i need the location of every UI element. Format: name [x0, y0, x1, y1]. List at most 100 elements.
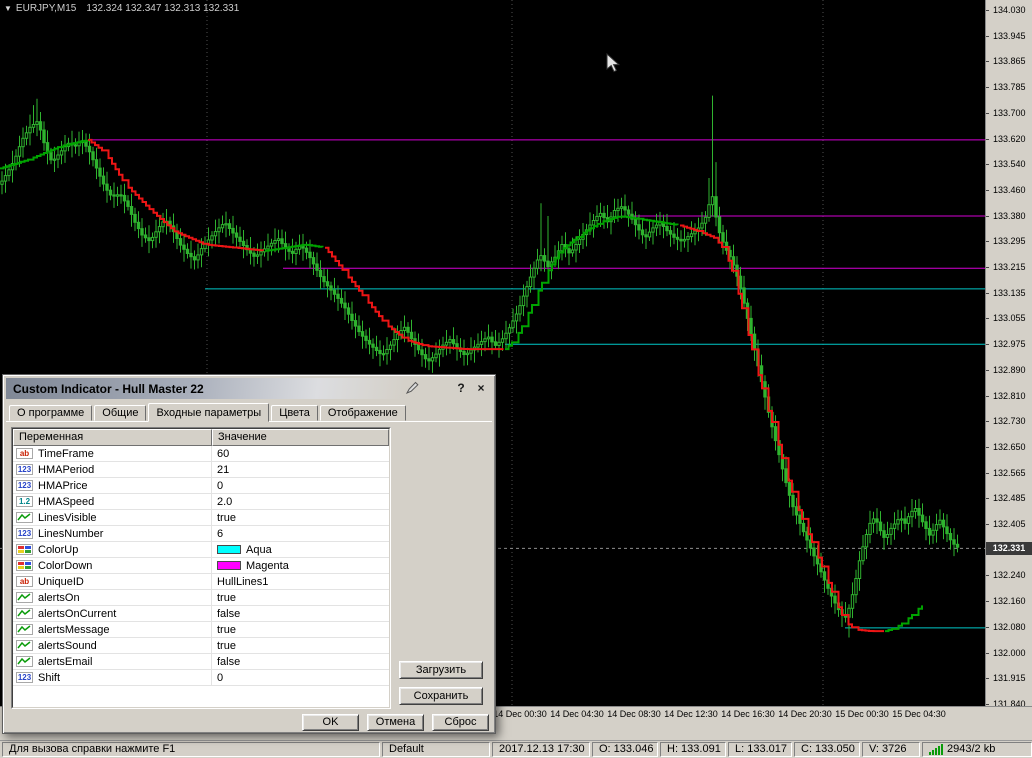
price-scale-label: 133.215 — [993, 262, 1026, 273]
column-header-variable[interactable]: Переменная — [13, 429, 212, 446]
param-row-alertsEmail[interactable]: alertsEmail false — [13, 654, 389, 670]
param-value-cell[interactable]: 6 — [212, 526, 389, 541]
tab-colors[interactable]: Цвета — [271, 405, 318, 421]
param-name-cell[interactable]: alertsMessage — [13, 622, 212, 637]
status-profile[interactable]: Default — [382, 742, 490, 757]
param-value-cell[interactable]: Magenta — [212, 558, 389, 573]
param-value-cell[interactable]: 0 — [212, 670, 389, 685]
param-value: true — [217, 639, 236, 652]
price-scale-tick — [986, 61, 989, 63]
param-name-cell[interactable]: alertsEmail — [13, 654, 212, 669]
param-value-cell[interactable]: true — [212, 590, 389, 605]
param-value: 0 — [217, 671, 224, 684]
param-name-cell[interactable]: 123 Shift — [13, 670, 212, 685]
param-name: alertsMessage — [38, 623, 110, 636]
reset-button[interactable]: Сброс — [432, 714, 489, 731]
param-value-cell[interactable]: 21 — [212, 462, 389, 477]
param-row-LinesVisible[interactable]: LinesVisible true — [13, 510, 389, 526]
param-name: alertsSound — [38, 639, 97, 652]
param-type-dbl-icon: 1.2 — [16, 496, 33, 507]
ok-button[interactable]: OK — [302, 714, 359, 731]
tab-inputs[interactable]: Входные параметры — [148, 403, 270, 422]
param-name-cell[interactable]: 123 LinesNumber — [13, 526, 212, 541]
price-scale-label: 132.730 — [993, 416, 1026, 427]
param-name-cell[interactable]: LinesVisible — [13, 510, 212, 525]
param-value-cell[interactable]: true — [212, 638, 389, 653]
param-row-Shift[interactable]: 123 Shift 0 — [13, 670, 389, 686]
param-name: HMASpeed — [38, 495, 95, 508]
help-button[interactable]: ? — [453, 381, 469, 396]
price-scale-tick — [986, 241, 989, 243]
param-value: false — [217, 655, 241, 668]
param-name-cell[interactable]: alertsSound — [13, 638, 212, 653]
column-header-value[interactable]: Значение — [212, 429, 389, 446]
mt4-window: ▼ EURJPY,M15 132.324 132.347 132.313 132.3… — [0, 0, 1032, 758]
price-scale-tick — [986, 267, 989, 269]
status-close: C: 133.050 — [794, 742, 860, 757]
price-scale-label: 132.080 — [993, 621, 1026, 632]
price-scale-label: 133.540 — [993, 159, 1026, 170]
param-name-cell[interactable]: alertsOnCurrent — [13, 606, 212, 621]
param-row-alertsOn[interactable]: alertsOn true — [13, 590, 389, 606]
param-row-HMASpeed[interactable]: 1.2 HMASpeed 2.0 — [13, 494, 389, 510]
param-value-cell[interactable]: false — [212, 606, 389, 621]
param-name-cell[interactable]: 123 HMAPeriod — [13, 462, 212, 477]
param-row-alertsOnCurrent[interactable]: alertsOnCurrent false — [13, 606, 389, 622]
tab-common[interactable]: Общие — [94, 405, 147, 421]
dialog-titlebar[interactable]: Custom Indicator - Hull Master 22 — [6, 378, 492, 399]
param-name-cell[interactable]: alertsOn — [13, 590, 212, 605]
price-scale[interactable]: 134.030 133.945 133.865 133.785 133.700 133.6… — [985, 0, 1032, 709]
param-row-alertsMessage[interactable]: alertsMessage true — [13, 622, 389, 638]
param-value-cell[interactable]: true — [212, 622, 389, 637]
hull-line-up — [885, 605, 923, 633]
param-row-UniqueID[interactable]: ab UniqueID HullLines1 — [13, 574, 389, 590]
param-value-cell[interactable]: Aqua — [212, 542, 389, 557]
close-button[interactable]: × — [473, 381, 489, 396]
tab-about[interactable]: О программе — [9, 405, 93, 421]
load-button[interactable]: Загрузить — [399, 661, 483, 679]
param-value-cell[interactable]: HullLines1 — [212, 574, 389, 589]
dialog-tabs: О программе Общие Входные параметры Цвета От… — [9, 402, 489, 422]
param-value: true — [217, 591, 236, 604]
param-value-cell[interactable]: false — [212, 654, 389, 669]
save-button[interactable]: Сохранить — [399, 687, 483, 705]
price-scale-label: 132.000 — [993, 647, 1026, 658]
param-type-color-icon — [16, 544, 33, 555]
param-row-alertsSound[interactable]: alertsSound true — [13, 638, 389, 654]
param-name: HMAPrice — [38, 479, 88, 492]
param-name-cell[interactable]: ColorUp — [13, 542, 212, 557]
price-scale-label: 133.295 — [993, 236, 1026, 247]
tab-visualization[interactable]: Отображение — [319, 405, 406, 421]
param-row-ColorUp[interactable]: ColorUp Aqua — [13, 542, 389, 558]
param-value-cell[interactable]: true — [212, 510, 389, 525]
param-type-bool-icon — [16, 640, 33, 651]
table-header: Переменная Значение — [13, 429, 389, 446]
price-scale-tick — [986, 344, 989, 346]
price-scale-label: 133.460 — [993, 184, 1026, 195]
price-scale-tick — [986, 678, 989, 680]
price-scale-tick — [986, 164, 989, 166]
param-name-cell[interactable]: ColorDown — [13, 558, 212, 573]
param-row-TimeFrame[interactable]: ab TimeFrame 60 — [13, 446, 389, 462]
param-value-cell[interactable]: 2.0 — [212, 494, 389, 509]
price-scale-tick — [986, 369, 989, 371]
param-value: Magenta — [246, 559, 289, 572]
hull-line-down — [680, 224, 884, 633]
cancel-button[interactable]: Отмена — [367, 714, 424, 731]
param-name-cell[interactable]: ab TimeFrame — [13, 446, 212, 461]
param-value-cell[interactable]: 0 — [212, 478, 389, 493]
param-type-bool-icon — [16, 624, 33, 635]
param-name: UniqueID — [38, 575, 84, 588]
param-row-HMAPrice[interactable]: 123 HMAPrice 0 — [13, 478, 389, 494]
param-name-cell[interactable]: ab UniqueID — [13, 574, 212, 589]
param-name: ColorDown — [38, 559, 93, 572]
param-type-int-icon: 123 — [16, 672, 33, 683]
param-name-cell[interactable]: 123 HMAPrice — [13, 478, 212, 493]
param-name-cell[interactable]: 1.2 HMASpeed — [13, 494, 212, 509]
param-type-int-icon: 123 — [16, 464, 33, 475]
param-row-HMAPeriod[interactable]: 123 HMAPeriod 21 — [13, 462, 389, 478]
param-value-cell[interactable]: 60 — [212, 446, 389, 461]
param-row-LinesNumber[interactable]: 123 LinesNumber 6 — [13, 526, 389, 542]
pencil-icon — [405, 381, 419, 395]
param-row-ColorDown[interactable]: ColorDown Magenta — [13, 558, 389, 574]
